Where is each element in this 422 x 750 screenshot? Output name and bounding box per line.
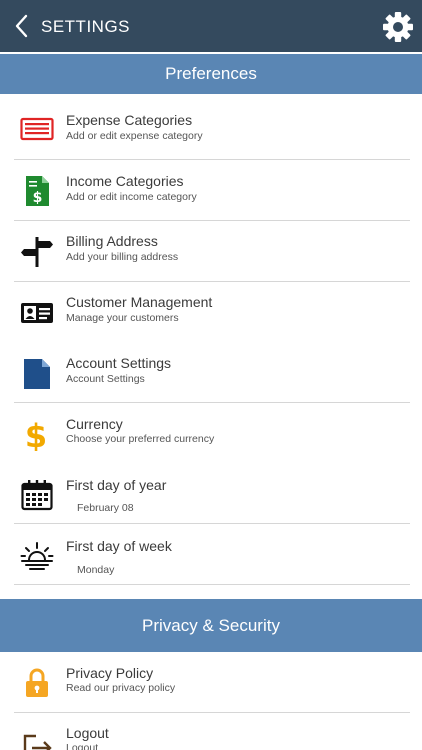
item-subtitle: Add or edit expense category bbox=[66, 130, 203, 142]
settings-item-income-categories[interactable]: $ Income Categories Add or edit income c… bbox=[0, 160, 422, 221]
settings-item-customer-management[interactable]: Customer Management Manage your customer… bbox=[0, 282, 422, 343]
item-subtitle: Logout bbox=[66, 742, 99, 750]
item-subtitle: Read our privacy policy bbox=[66, 682, 176, 694]
item-title: Account Settings bbox=[66, 355, 172, 371]
calendar-icon bbox=[21, 480, 53, 511]
settings-item-first-day-of-year[interactable]: First day of year February 08 bbox=[0, 463, 422, 524]
settings-button[interactable] bbox=[382, 11, 414, 43]
signpost-icon bbox=[21, 237, 53, 267]
section-header-preferences: Preferences bbox=[0, 54, 422, 94]
id-card-icon bbox=[21, 303, 53, 323]
settings-item-currency[interactable]: $ Currency Choose your preferred currenc… bbox=[0, 403, 422, 464]
item-title: Billing Address bbox=[66, 233, 158, 249]
dollar-icon: $ bbox=[25, 417, 47, 451]
top-bar: SETTINGS bbox=[0, 0, 422, 52]
logout-icon bbox=[23, 734, 52, 750]
item-subtitle: Add your billing address bbox=[66, 251, 179, 263]
item-title: Income Categories bbox=[66, 173, 184, 189]
item-value: Monday bbox=[77, 564, 115, 576]
item-subtitle: Choose your preferred currency bbox=[66, 433, 215, 445]
lock-icon bbox=[26, 668, 48, 697]
sunrise-icon bbox=[20, 542, 54, 570]
svg-text:$: $ bbox=[25, 417, 47, 451]
settings-item-first-day-of-week[interactable]: First day of week Monday bbox=[0, 524, 422, 585]
settings-item-logout[interactable]: Logout Logout bbox=[0, 713, 422, 750]
section-header-privacy-security: Privacy & Security bbox=[0, 599, 422, 652]
item-title: Privacy Policy bbox=[66, 665, 154, 681]
item-title: Currency bbox=[66, 416, 123, 432]
expense-list-icon bbox=[20, 117, 54, 141]
item-subtitle: Account Settings bbox=[66, 373, 145, 385]
item-value: February 08 bbox=[77, 502, 134, 514]
settings-item-billing-address[interactable]: Billing Address Add your billing address bbox=[0, 221, 422, 282]
svg-text:$: $ bbox=[33, 190, 43, 206]
document-icon bbox=[24, 359, 50, 389]
page-title: SETTINGS bbox=[41, 17, 131, 36]
chevron-left-icon bbox=[15, 14, 28, 38]
settings-item-privacy-policy[interactable]: Privacy Policy Read our privacy policy bbox=[0, 652, 422, 713]
item-title: Customer Management bbox=[66, 294, 213, 310]
item-subtitle: Add or edit income category bbox=[66, 191, 197, 203]
item-title: First day of year bbox=[66, 477, 167, 493]
gear-icon bbox=[383, 12, 413, 42]
item-title: First day of week bbox=[66, 538, 172, 554]
item-subtitle: Manage your customers bbox=[66, 312, 179, 324]
settings-item-account-settings[interactable]: Account Settings Account Settings bbox=[0, 342, 422, 403]
item-title: Logout bbox=[66, 725, 109, 741]
item-title: Expense Categories bbox=[66, 112, 193, 128]
back-button[interactable] bbox=[10, 12, 34, 40]
settings-item-expense-categories[interactable]: Expense Categories Add or edit expense c… bbox=[0, 99, 422, 160]
income-document-icon: $ bbox=[26, 176, 49, 206]
